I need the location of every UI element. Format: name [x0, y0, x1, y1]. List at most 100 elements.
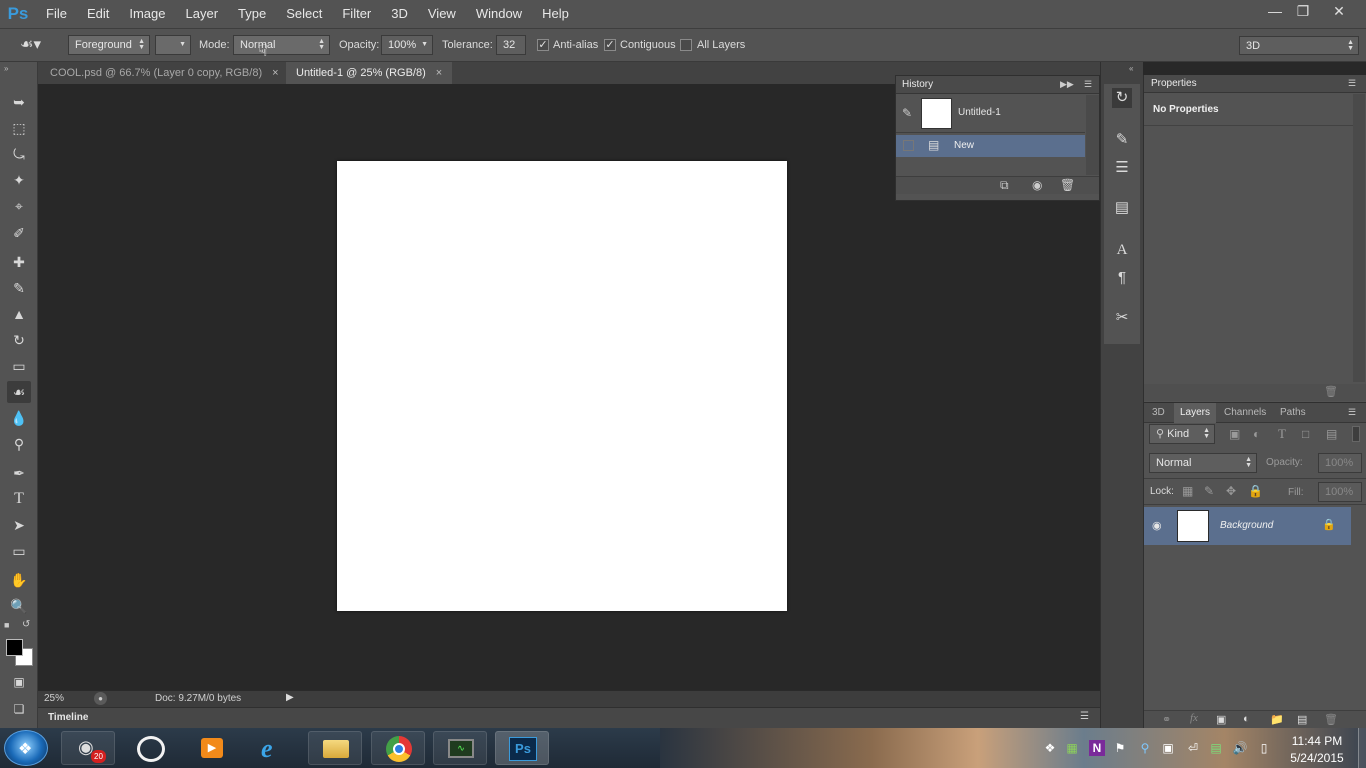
default-colors-icon[interactable]: ■ [4, 620, 9, 630]
zoom-tool-icon[interactable]: 🔍 [7, 595, 31, 617]
taskbar-app-webcam[interactable]: ◉ 20 [61, 731, 115, 765]
menu-select[interactable]: Select [276, 0, 332, 28]
properties-scrollbar[interactable] [1353, 94, 1365, 382]
display-icon[interactable]: ▣ [1160, 740, 1176, 756]
layer-name[interactable]: Background [1220, 520, 1273, 531]
marquee-tool-icon[interactable]: ⬚ [7, 117, 31, 139]
fill-source-select[interactable]: Foreground ▲ ▼ [68, 35, 150, 55]
quick-mask-icon[interactable]: ▣ [7, 671, 31, 693]
eraser-tool-icon[interactable]: ▭ [7, 355, 31, 377]
paint-bucket-tool-preset-icon[interactable]: ☙▾ [20, 35, 56, 55]
foreground-color-swatch[interactable] [6, 639, 23, 656]
blend-mode-select[interactable]: Normal ▲ ▼ [1149, 453, 1257, 473]
document-canvas[interactable] [337, 161, 787, 611]
action-center-flag-icon[interactable]: ⚑ [1112, 740, 1128, 756]
filter-pixel-icon[interactable]: ▣ [1229, 427, 1240, 441]
brush-tool-icon[interactable]: ✎ [7, 277, 31, 299]
restore-button[interactable]: ❐ [1290, 2, 1316, 20]
brush-presets-icon[interactable]: ✎ [1112, 130, 1132, 150]
blur-tool-icon[interactable]: 💧 [7, 407, 31, 429]
panel-menu-icon[interactable]: ☰ [1348, 407, 1356, 418]
taskbar-app-photoshop[interactable]: Ps [495, 731, 549, 765]
rectangle-tool-icon[interactable]: ▭ [7, 540, 31, 562]
opacity-input[interactable]: 100% ▼ [381, 35, 433, 55]
menu-file[interactable]: File [36, 0, 77, 28]
history-panel-icon[interactable]: ↻ [1112, 88, 1132, 108]
tab-layers[interactable]: Layers [1174, 403, 1217, 423]
filter-type-icon[interactable]: T [1278, 426, 1286, 442]
history-state-new[interactable]: ▤ New [896, 135, 1085, 157]
history-title[interactable]: History [902, 79, 933, 90]
taskbar-app-media[interactable]: ▶ [184, 731, 238, 765]
tab-cool-psd[interactable]: COOL.psd @ 66.7% (Layer 0 copy, RGB/8) × [40, 62, 289, 84]
crop-tool-icon[interactable]: ⌖ [7, 195, 31, 217]
collapse-panel-icon[interactable]: ▶▶ [1060, 79, 1074, 90]
paragraph-panel-icon[interactable]: ¶ [1112, 268, 1132, 288]
antialias-checkbox[interactable]: ✓ [537, 39, 549, 51]
layer-opacity-input[interactable]: 100% [1318, 453, 1362, 473]
type-tool-icon[interactable]: T [7, 488, 31, 510]
close-icon[interactable]: × [272, 67, 278, 79]
trash-icon[interactable]: 🗑 [1060, 178, 1075, 192]
menu-type[interactable]: Type [228, 0, 276, 28]
properties-title[interactable]: Properties [1151, 78, 1197, 89]
collapse-dock-icon[interactable]: « [1129, 64, 1133, 73]
history-snapshot[interactable]: ✎ Untitled-1 [896, 95, 1085, 133]
taskbar-app-chrome[interactable] [371, 731, 425, 765]
onenote-icon[interactable]: N [1089, 740, 1105, 756]
zoom-level[interactable]: 25% [44, 693, 64, 704]
lasso-tool-icon[interactable]: ⤿ [7, 143, 31, 165]
history-brush-source-icon[interactable]: ✎ [902, 106, 912, 120]
lock-position-icon[interactable]: ✥ [1226, 484, 1236, 498]
screen-mode-icon[interactable]: ❏ [7, 698, 31, 720]
filter-shape-icon[interactable]: □ [1302, 427, 1309, 441]
history-brush-checkbox[interactable] [903, 140, 914, 151]
clone-stamp-tool-icon[interactable]: ▲ [7, 303, 31, 325]
start-button[interactable]: ❖ [4, 730, 48, 766]
minimize-button[interactable]: — [1262, 2, 1288, 20]
wifi-icon[interactable]: ▤ [1208, 740, 1224, 756]
pen-tool-icon[interactable]: ✒ [7, 462, 31, 484]
new-document-from-state-icon[interactable]: ⧉ [1000, 178, 1009, 193]
system-clock[interactable]: 11:44 PM 5/24/2015 [1282, 732, 1352, 766]
menu-window[interactable]: Window [466, 0, 532, 28]
lock-transparent-icon[interactable]: ▦ [1182, 484, 1193, 498]
contiguous-checkbox[interactable]: ✓ [604, 39, 616, 51]
camera-icon[interactable]: ◉ [1032, 178, 1042, 192]
move-tool-icon[interactable]: ➥ [7, 91, 31, 113]
filter-smart-object-icon[interactable]: ▤ [1326, 427, 1337, 441]
close-button[interactable]: ✕ [1326, 2, 1352, 20]
adjustments-icon[interactable]: ☰ [1112, 158, 1132, 178]
show-desktop-button[interactable] [1358, 728, 1366, 768]
panel-menu-icon[interactable]: ☰ [1080, 711, 1089, 722]
dropbox-icon[interactable]: ❖ [1042, 740, 1058, 756]
dodge-tool-icon[interactable]: ⚲ [7, 433, 31, 455]
volume-icon[interactable]: 🔊 [1232, 740, 1248, 756]
status-menu-arrow-icon[interactable]: ▶ [286, 692, 294, 703]
status-info-icon[interactable]: ● [94, 692, 107, 705]
layer-row-background[interactable]: ◉ Background 🔒 [1144, 507, 1351, 545]
trash-icon[interactable]: 🗑 [1324, 385, 1338, 398]
workspace-select[interactable]: 3D ▲ ▼ [1239, 36, 1359, 55]
link-layers-icon[interactable]: ⚭ [1162, 713, 1171, 726]
menu-image[interactable]: Image [119, 0, 175, 28]
clone-source-icon[interactable]: ▤ [1112, 198, 1132, 218]
trash-icon[interactable]: 🗑 [1324, 713, 1338, 726]
tab-paths[interactable]: Paths [1274, 403, 1312, 423]
panel-menu-icon[interactable]: ☰ [1348, 78, 1356, 89]
eye-icon[interactable]: ◉ [1152, 519, 1162, 532]
menu-layer[interactable]: Layer [176, 0, 229, 28]
taskbar-app-explorer[interactable] [308, 731, 362, 765]
menu-3d[interactable]: 3D [381, 0, 418, 28]
network-activity-icon[interactable]: ▦ [1064, 740, 1080, 756]
search-icon[interactable]: ⚲ [1137, 740, 1153, 756]
close-icon[interactable]: × [436, 67, 442, 79]
taskbar-app-browser[interactable] [123, 731, 177, 765]
timeline-label[interactable]: Timeline [48, 712, 88, 723]
new-group-icon[interactable]: 📁 [1270, 713, 1284, 726]
taskbar-app-monitor[interactable]: ∿ [433, 731, 487, 765]
menu-edit[interactable]: Edit [77, 0, 119, 28]
pattern-picker[interactable]: ▼ [155, 35, 191, 55]
healing-brush-tool-icon[interactable]: ✚ [7, 251, 31, 273]
eyedropper-tool-icon[interactable]: ✐ [7, 222, 31, 244]
